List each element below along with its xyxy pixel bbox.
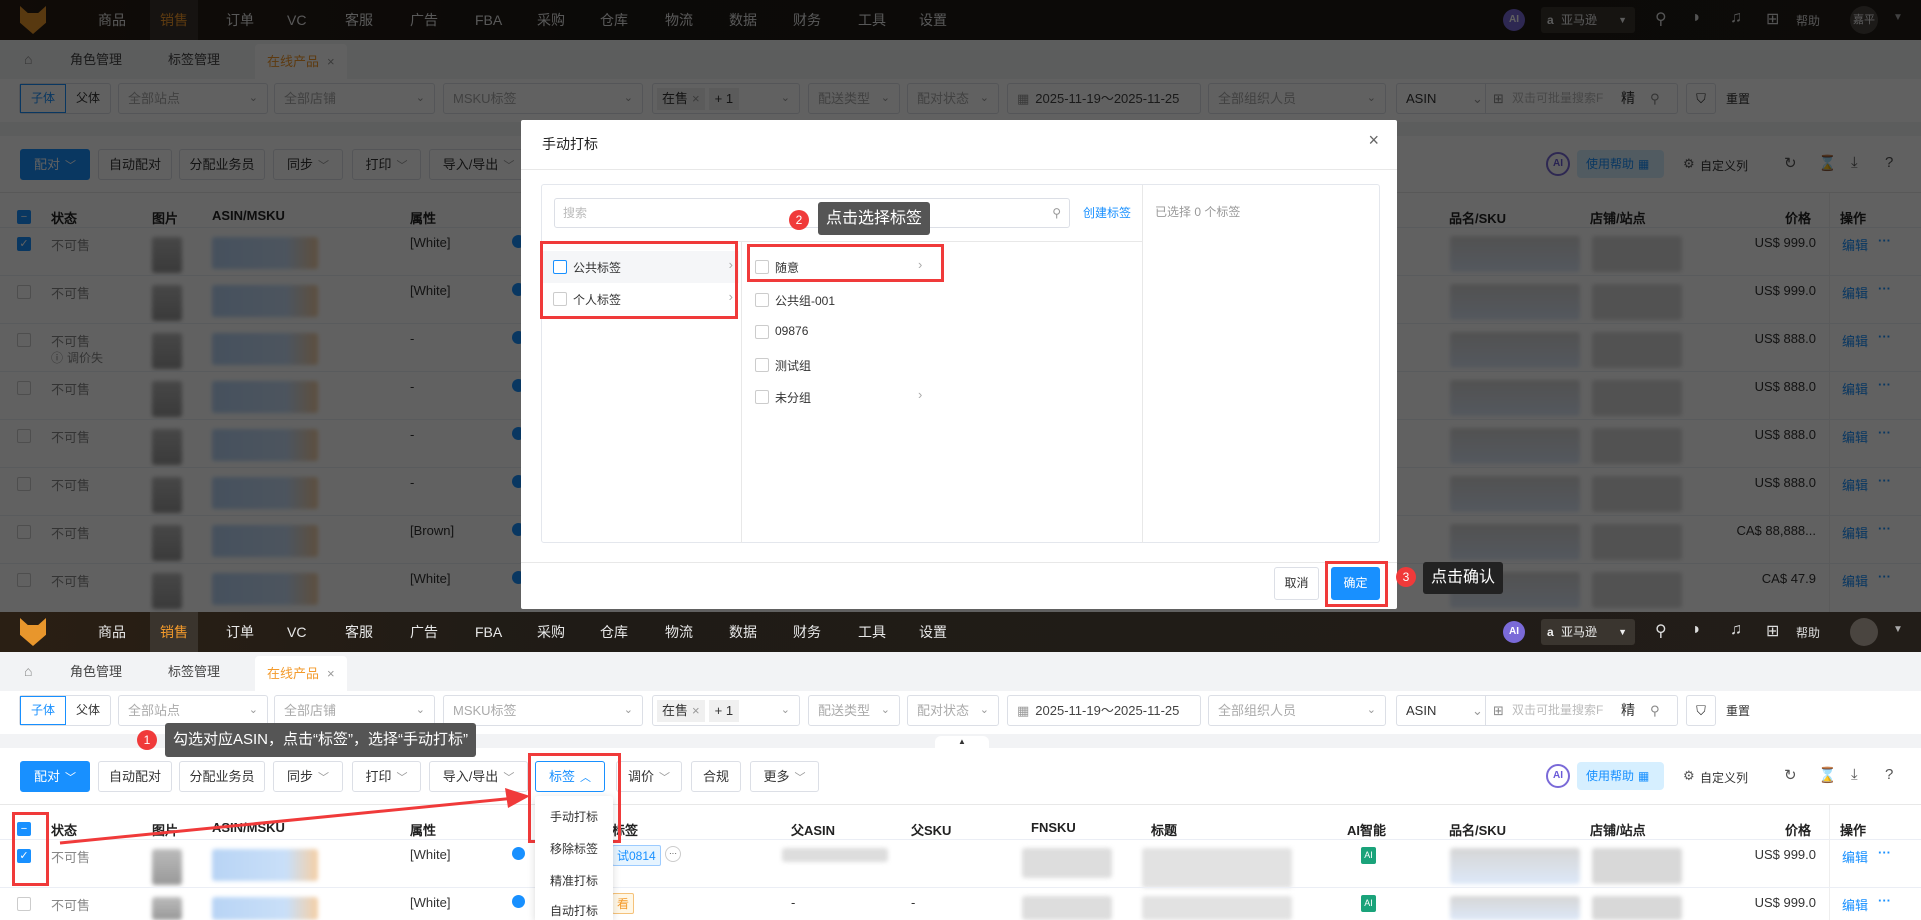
tag-dropdown-menu: 手动打标 移除标签 精准打标 自动打标 (535, 796, 613, 920)
step-1-tooltip: 勾选对应ASIN，点击“标签”，选择“手动打标” (165, 723, 476, 757)
step-1-badge: 1 (137, 730, 157, 750)
arrow-annotation (59, 788, 530, 845)
menu-item-remove-tag[interactable]: 移除标签 (535, 840, 613, 857)
menu-item-manual-tag[interactable]: 手动打标 (535, 808, 613, 825)
menu-item-precise-tag[interactable]: 精准打标 (535, 872, 613, 889)
menu-item-auto-tag[interactable]: 自动打标 (535, 902, 613, 919)
